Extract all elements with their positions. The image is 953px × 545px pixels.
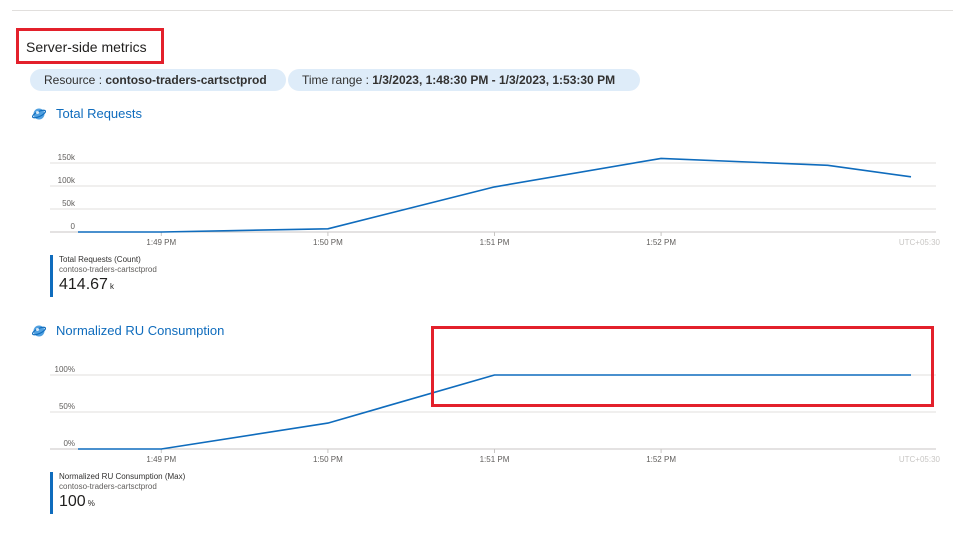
highlight-box-ru-plateau	[431, 326, 934, 407]
legend-resource-name: contoso-traders-cartsctprod	[59, 482, 157, 491]
timezone-label: UTC+05:30	[899, 455, 941, 464]
x-tick-label: 1:51 PM	[480, 455, 510, 464]
x-tick-label: 1:49 PM	[146, 455, 176, 464]
y-tick-label: 0%	[63, 439, 75, 448]
normalized-ru-chart: 100% 50% 0% 1:49 PM 1:50 PM 1:51 PM 1:52 PM UTC…	[50, 365, 941, 464]
normalized-ru-legend[interactable]: Normalized RU Consumption (Max) contoso-…	[50, 472, 185, 514]
legend-summary-value: 100%	[59, 493, 95, 510]
x-tick-label: 1:50 PM	[313, 455, 343, 464]
y-tick-label: 50%	[59, 402, 75, 411]
y-tick-label: 100%	[55, 365, 75, 374]
legend-summary-unit: %	[87, 499, 95, 508]
x-tick-label: 1:52 PM	[646, 455, 676, 464]
legend-metric-name: Normalized RU Consumption (Max)	[59, 472, 186, 481]
